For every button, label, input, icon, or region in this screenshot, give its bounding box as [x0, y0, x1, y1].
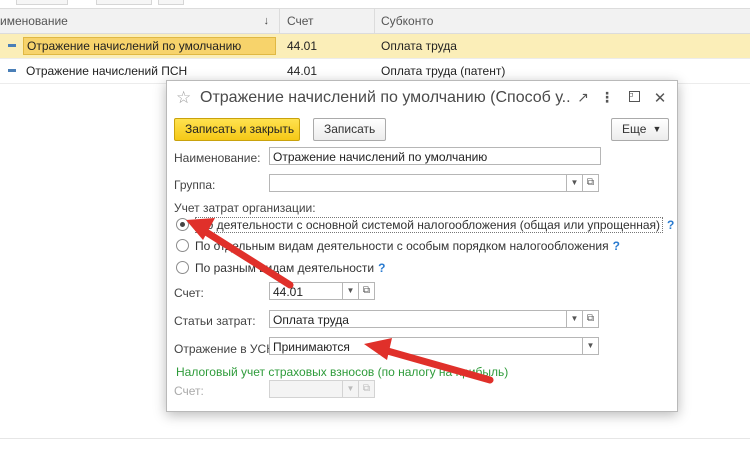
sort-down-icon: ↓	[263, 15, 270, 27]
radio-button[interactable]	[176, 239, 189, 252]
radio-different-activities[interactable]: По разным видам деятельности?	[176, 261, 385, 275]
save-button[interactable]: Записать	[313, 118, 387, 141]
account-field[interactable]: 44.01	[269, 282, 343, 300]
group-label: Группа:	[174, 178, 216, 192]
more-button[interactable]: Еще ▼	[611, 118, 670, 141]
close-icon[interactable]: ✕	[652, 89, 668, 107]
chevron-down-icon: ▼	[652, 124, 662, 134]
usn-label: Отражение в УСН:	[174, 342, 279, 356]
radio-main-tax-system[interactable]: По деятельности с основной системой нало…	[176, 217, 674, 233]
cost-items-dropdown-button[interactable]: ▼	[567, 310, 583, 328]
row-name-cell[interactable]: Отражение начислений по умолчанию	[23, 37, 276, 55]
table-row[interactable]: Отражение начислений по умолчанию 44.01 …	[0, 34, 750, 59]
group-field[interactable]	[269, 174, 567, 192]
accrual-method-dialog: ☆ Отражение начислений по умолчанию (Спо…	[166, 80, 678, 412]
row-name-cell[interactable]: Отражение начислений ПСН	[26, 59, 187, 83]
top-toolbar-fragment	[0, 0, 750, 5]
maximize-icon[interactable]	[629, 91, 640, 102]
cost-accounting-label: Учет затрат организации:	[174, 201, 316, 215]
row-item-icon	[8, 44, 16, 47]
dialog-titlebar: ☆ Отражение начислений по умолчанию (Спо…	[167, 81, 677, 117]
row-subconto-cell[interactable]: Оплата труда	[375, 34, 750, 58]
save-and-close-button[interactable]: Записать и закрыть	[174, 118, 300, 141]
radio-button[interactable]	[176, 261, 189, 274]
help-icon[interactable]: ?	[378, 261, 385, 275]
row-account-cell[interactable]: 44.01	[280, 34, 375, 58]
help-icon[interactable]: ?	[667, 218, 674, 232]
list-header: именование ↓ Счет Субконто	[0, 8, 750, 34]
toolbar-button-fragment[interactable]	[158, 0, 184, 5]
column-header-subconto[interactable]: Субконто	[375, 9, 750, 33]
star-icon[interactable]: ☆	[176, 88, 191, 108]
more-actions-icon[interactable]: ⋮	[599, 89, 615, 106]
account-open-button[interactable]: ⧉	[359, 282, 375, 300]
group-open-button[interactable]: ⧉	[583, 174, 599, 192]
name-field[interactable]: Отражение начислений по умолчанию	[269, 147, 601, 165]
cost-items-field[interactable]: Оплата труда	[269, 310, 567, 328]
column-header-name[interactable]: именование ↓	[0, 9, 280, 33]
account-dropdown-button[interactable]: ▼	[343, 282, 359, 300]
cost-items-label: Статьи затрат:	[174, 314, 256, 328]
name-label: Наименование:	[174, 151, 261, 165]
account-label: Счет:	[174, 286, 204, 300]
dialog-title: Отражение начислений по умолчанию (Спосо…	[200, 89, 570, 106]
group-dropdown-button[interactable]: ▼	[567, 174, 583, 192]
toolbar-button-fragment[interactable]	[96, 0, 152, 5]
list-divider	[0, 438, 750, 439]
column-header-account[interactable]: Счет	[280, 9, 375, 33]
insurance-account-open-button[interactable]: ⧉	[359, 380, 375, 398]
usn-field[interactable]: Принимаются	[269, 337, 583, 355]
usn-dropdown-button[interactable]: ▼	[583, 337, 599, 355]
cost-items-open-button[interactable]: ⧉	[583, 310, 599, 328]
toolbar-button-fragment[interactable]	[16, 0, 68, 5]
insurance-account-label: Счет:	[174, 384, 204, 398]
radio-special-tax-activities[interactable]: По отдельным видам деятельности с особым…	[176, 239, 620, 253]
radio-button[interactable]	[176, 218, 189, 231]
insurance-account-field[interactable]	[269, 380, 343, 398]
help-icon[interactable]: ?	[613, 239, 620, 253]
insurance-account-dropdown-button[interactable]: ▼	[343, 380, 359, 398]
insurance-section-title: Налоговый учет страховых взносов (по нал…	[176, 365, 509, 379]
row-item-icon	[8, 69, 16, 72]
accruals-list: именование ↓ Счет Субконто Отражение нач…	[0, 8, 750, 84]
link-icon[interactable]: ↗	[575, 89, 591, 106]
